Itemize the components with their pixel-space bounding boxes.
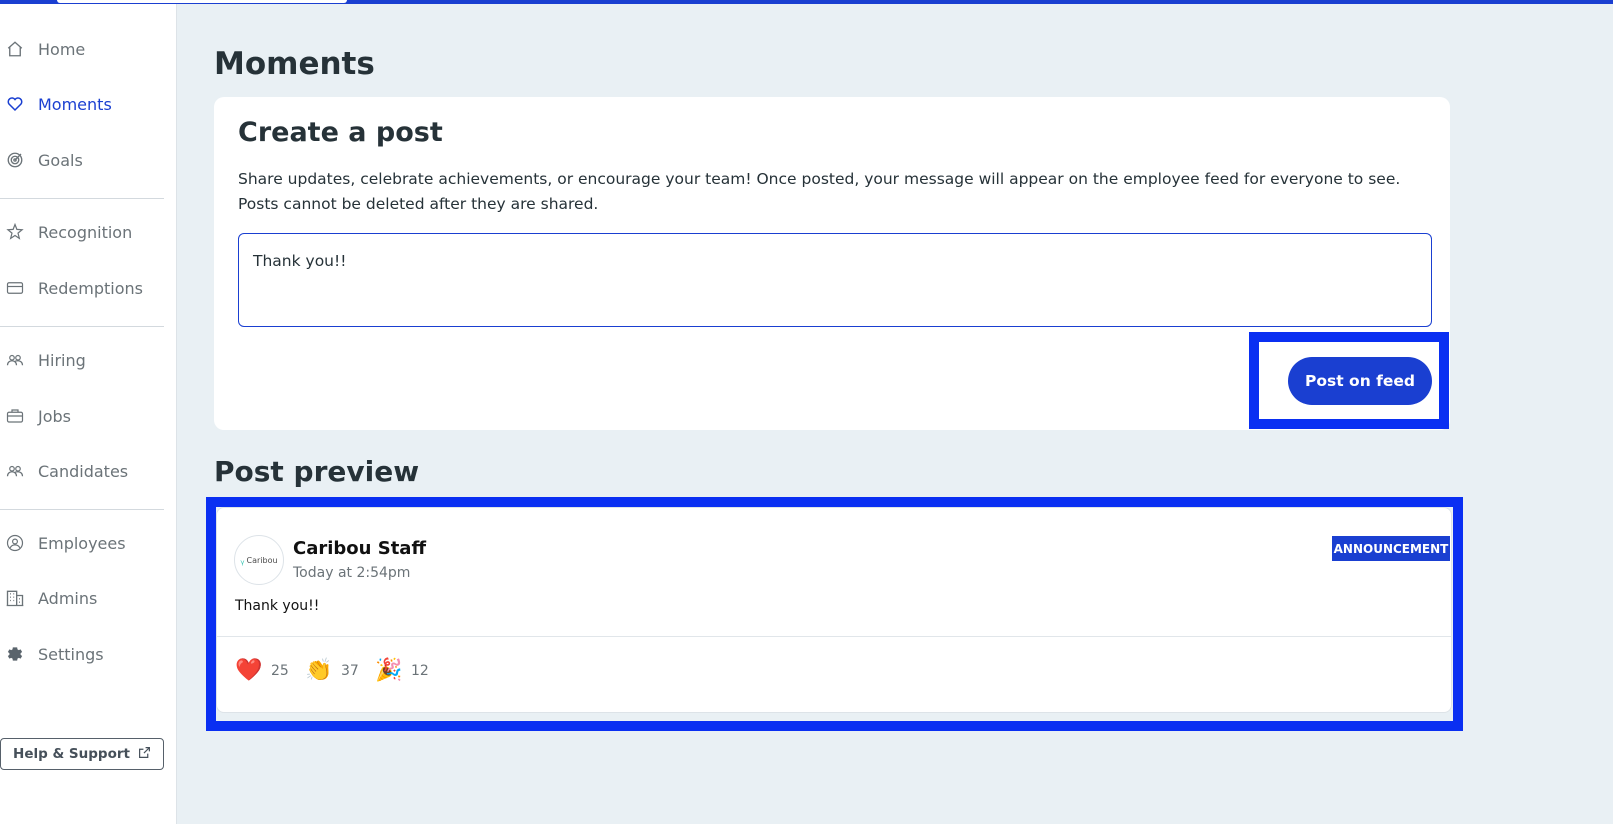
sidebar-item-home[interactable]: Home: [0, 29, 170, 69]
building-icon: [5, 588, 25, 608]
sidebar-item-label: Jobs: [38, 406, 71, 426]
page-title: Moments: [214, 46, 375, 82]
post-body: Thank you!!: [235, 598, 320, 614]
create-post-description: Share updates, celebrate achievements, o…: [238, 170, 1401, 213]
post-author: Caribou Staff: [293, 538, 427, 559]
sidebar-item-label: Candidates: [38, 461, 129, 481]
gear-icon: [5, 644, 25, 664]
reaction-clap[interactable]: 👏 37: [305, 658, 359, 683]
sidebar-item-label: Settings: [38, 644, 104, 664]
sidebar-item-admins[interactable]: Admins: [0, 578, 170, 618]
sidebar-item-hiring[interactable]: Hiring: [0, 340, 170, 380]
post-timestamp: Today at 2:54pm: [293, 565, 411, 581]
user-circle-icon: [5, 533, 25, 553]
reaction-count: 12: [411, 662, 429, 679]
caribou-logo-icon: ᵧ: [240, 553, 245, 567]
sidebar-divider: [0, 198, 164, 199]
sidebar-item-goals[interactable]: Goals: [0, 140, 170, 180]
help-support-label: Help & Support: [13, 746, 130, 762]
sidebar-item-label: Moments: [38, 94, 112, 114]
reaction-count: 37: [341, 662, 359, 679]
sidebar-divider: [0, 509, 164, 510]
sidebar-item-label: Hiring: [38, 350, 86, 370]
people-icon: [5, 461, 25, 481]
sidebar: Home Moments Goals Recognition Redemptio…: [0, 4, 177, 824]
sidebar-divider: [0, 326, 164, 327]
heart-icon: [5, 94, 25, 114]
sidebar-item-label: Admins: [38, 588, 98, 608]
post-preview-card: ᵧ Caribou Caribou Staff Today at 2:54pm …: [216, 507, 1452, 713]
sidebar-item-candidates[interactable]: Candidates: [0, 451, 170, 491]
home-icon: [5, 39, 25, 59]
sidebar-item-recognition[interactable]: Recognition: [0, 212, 170, 252]
reaction-heart[interactable]: ❤️ 25: [235, 658, 289, 683]
announcement-badge: ANNOUNCEMENT: [1332, 536, 1450, 561]
party-popper-emoji-icon: 🎉: [375, 658, 403, 683]
sidebar-item-label: Recognition: [38, 222, 133, 242]
preview-divider: [217, 636, 1451, 637]
create-post-title: Create a post: [238, 117, 443, 148]
sidebar-item-moments[interactable]: Moments: [0, 84, 170, 124]
post-message-input[interactable]: Thank you!!: [238, 233, 1432, 327]
post-on-feed-button[interactable]: Post on feed: [1288, 357, 1432, 405]
reaction-count: 25: [271, 662, 289, 679]
star-badge-icon: [5, 222, 25, 242]
sidebar-item-label: Home: [38, 39, 86, 59]
external-link-icon: [138, 746, 151, 763]
sidebar-item-label: Employees: [38, 533, 126, 553]
sidebar-item-redemptions[interactable]: Redemptions: [0, 268, 170, 308]
card-icon: [5, 278, 25, 298]
sidebar-item-settings[interactable]: Settings: [0, 634, 170, 674]
sidebar-item-label: Redemptions: [38, 278, 143, 298]
help-support-button[interactable]: Help & Support: [0, 738, 164, 770]
sidebar-item-employees[interactable]: Employees: [0, 523, 170, 563]
target-icon: [5, 150, 25, 170]
heart-emoji-icon: ❤️: [235, 658, 263, 683]
reaction-party[interactable]: 🎉 12: [375, 658, 429, 683]
avatar: ᵧ Caribou: [234, 535, 284, 585]
sidebar-item-jobs[interactable]: Jobs: [0, 396, 170, 436]
top-tab: [57, 0, 347, 3]
sidebar-item-label: Goals: [38, 150, 83, 170]
avatar-logo-text: Caribou: [246, 555, 278, 565]
briefcase-icon: [5, 406, 25, 426]
people-icon: [5, 350, 25, 370]
clap-emoji-icon: 👏: [305, 658, 333, 683]
top-accent-bar: [0, 0, 1613, 4]
post-preview-title: Post preview: [214, 455, 420, 488]
